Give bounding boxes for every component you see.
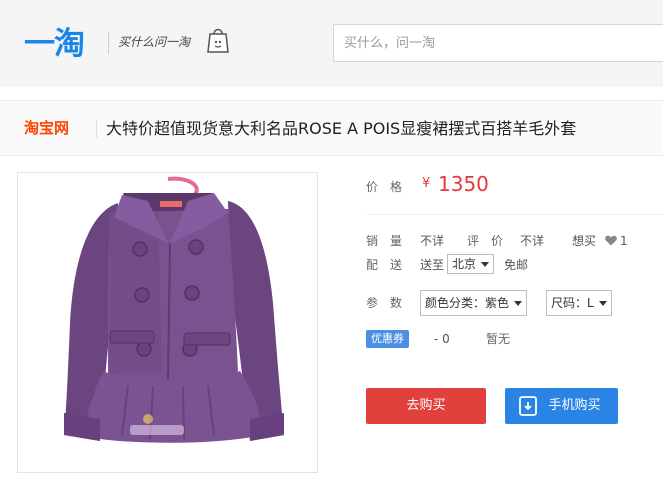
purple-coat-image: [18, 173, 317, 472]
chevron-down-icon: [598, 301, 607, 306]
buy-button[interactable]: 去购买: [366, 388, 486, 424]
want-label: 想买: [572, 234, 597, 248]
mobile-buy-label: 手机购买: [548, 398, 601, 413]
coupon-status: 暂无: [486, 332, 511, 346]
logo-divider: [108, 32, 109, 54]
price-label: 价 格: [366, 178, 402, 196]
size-value: 尺码：L: [551, 296, 594, 310]
coupon-row: 优惠券 - 0 暂无: [366, 330, 663, 348]
sales-value: 不详: [420, 234, 445, 248]
shopping-bag-icon: [207, 28, 229, 53]
search-input[interactable]: [344, 25, 644, 61]
coupon-value: - 0: [434, 332, 450, 346]
sales-row: 销 量 不详 评 价 不详 想买 1: [366, 232, 663, 250]
chevron-down-icon: [481, 262, 490, 267]
search-box: [333, 24, 663, 62]
top-header: 一淘 买什么问一淘: [0, 0, 663, 86]
mobile-buy-button[interactable]: 手机购买: [505, 388, 618, 424]
color-value: 颜色分类：紫色: [425, 296, 510, 310]
review-value: 不详: [520, 234, 545, 248]
shipping-row: 配 送 送至 北京 免邮: [366, 254, 663, 278]
city-value: 北京: [452, 257, 477, 271]
yitao-logo[interactable]: 一淘: [24, 24, 85, 64]
currency-symbol: ¥: [422, 176, 431, 191]
product-title[interactable]: 大特价超值现货意大利名品ROSE A POIS显瘦裙摆式百搭羊毛外套: [106, 117, 576, 141]
sales-label: 销 量: [366, 234, 403, 248]
divider: [366, 214, 663, 215]
city-select[interactable]: 北京: [447, 254, 495, 274]
coupon-badge: 优惠券: [366, 330, 409, 348]
taobao-logo[interactable]: 淘宝网: [24, 118, 69, 138]
chevron-down-icon: [514, 301, 523, 306]
size-select[interactable]: 尺码：L: [546, 290, 612, 316]
shipping-fee: 免邮: [504, 258, 529, 272]
color-select[interactable]: 颜色分类：紫色: [420, 290, 528, 316]
review-label: 评 价: [467, 234, 504, 248]
product-title-bar: 淘宝网 大特价超值现货意大利名品ROSE A POIS显瘦裙摆式百搭羊毛外套: [0, 100, 663, 156]
want-count: 1: [620, 234, 628, 248]
title-divider: [96, 120, 97, 138]
price-label-text: 价 格: [366, 180, 403, 194]
product-image[interactable]: [17, 172, 318, 473]
heart-icon[interactable]: [605, 235, 617, 246]
mobile-phone-icon: [519, 396, 537, 416]
params-label: 参 数: [366, 296, 403, 310]
ship-to-text: 送至: [420, 258, 445, 272]
slogan-text: 买什么问一淘: [118, 35, 191, 49]
shipping-label: 配 送: [366, 258, 403, 272]
params-row: 参 数 颜色分类：紫色 尺码：L: [366, 290, 663, 316]
price-value: 1350: [438, 172, 489, 196]
